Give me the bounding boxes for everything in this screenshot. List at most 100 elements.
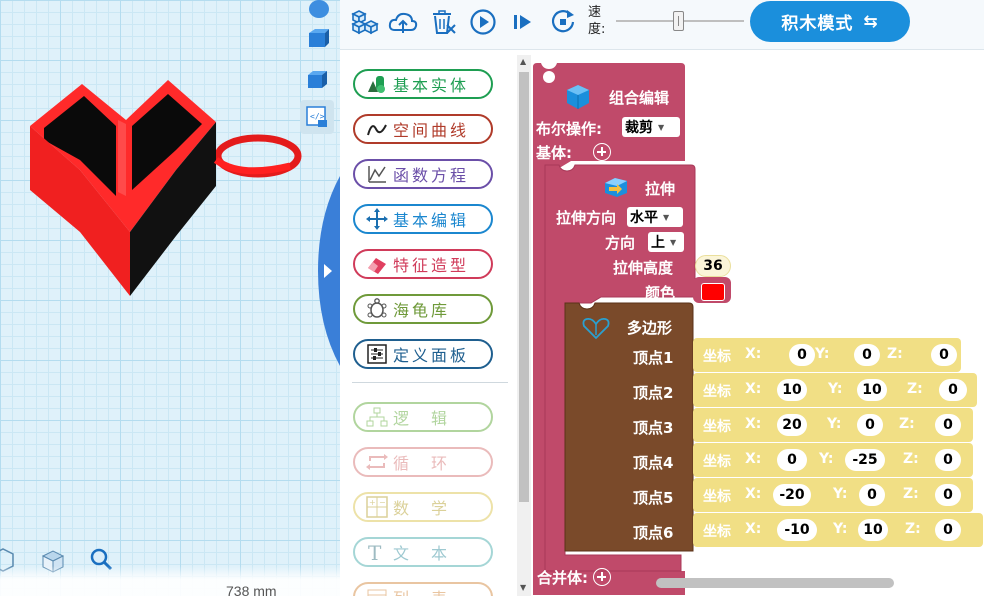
coordinate-label: 坐标 — [703, 454, 731, 470]
3d-viewport[interactable]: </> 738 mm — [0, 0, 340, 596]
workspace-horizontal-scrollbar[interactable] — [656, 578, 894, 588]
swap-arrows-icon: ⇆ — [863, 11, 879, 32]
vertex-label: 顶点5 — [633, 489, 674, 507]
category-label: 空间曲线 — [393, 121, 470, 140]
clear-trash-button[interactable] — [428, 7, 458, 37]
axis-y-label: Y: — [819, 451, 834, 467]
coordinate-block[interactable]: 坐标 X: -20 Y: 0 Z: 0 — [693, 478, 973, 512]
category-basic-solids[interactable]: 基本实体 — [353, 69, 493, 99]
bool-op-dropdown[interactable]: 裁剪 ▼ — [622, 117, 680, 137]
vertex-y-input[interactable]: 10 — [858, 519, 888, 541]
vertex-x-input[interactable]: 0 — [789, 344, 815, 366]
category-label: 海龟库 — [393, 301, 451, 320]
block-mode-toggle-button[interactable]: 积木模式 ⇆ — [750, 1, 910, 42]
vertex-y-input[interactable]: 0 — [859, 484, 885, 506]
extrude-height-input[interactable]: 36 — [695, 255, 731, 277]
category-loop[interactable]: 循 环 — [353, 447, 493, 477]
vertex-x-input[interactable]: -20 — [773, 484, 811, 506]
measure-fade — [0, 566, 340, 596]
solids-icon — [365, 73, 389, 95]
scrollbar-thumb[interactable] — [519, 72, 529, 502]
step-button[interactable] — [508, 7, 538, 37]
vertex-y-input[interactable]: 10 — [857, 379, 887, 401]
run-button[interactable] — [468, 7, 498, 37]
vertex-label: 顶点2 — [633, 384, 674, 402]
add-base-icon[interactable] — [593, 143, 611, 161]
collapse-panel-icon[interactable] — [318, 176, 340, 366]
category-list[interactable]: 列 表 — [353, 582, 493, 596]
axis-z-label: Z: — [887, 346, 903, 362]
vertex-x-input[interactable]: -10 — [777, 519, 817, 541]
coordinate-block[interactable]: 坐标 X: 0 Y: -25 Z: 0 — [693, 443, 973, 477]
direction-dropdown[interactable]: 上 ▼ — [648, 232, 684, 252]
union-label: 合并体: — [537, 569, 588, 587]
scroll-up-icon[interactable]: ▲ — [520, 57, 526, 66]
color-swatch[interactable] — [701, 283, 725, 301]
curve-icon — [365, 118, 389, 140]
vertex-z-input[interactable]: 0 — [935, 414, 961, 436]
chevron-down-icon: ▼ — [670, 237, 677, 247]
coordinate-block[interactable]: 坐标 X: 10 Y: 10 Z: 0 — [693, 373, 977, 407]
vertex-z-input[interactable]: 0 — [935, 519, 961, 541]
step-forward-icon — [514, 15, 531, 29]
app-window: </> 738 mm 速度: 积木模式 ⇆ 基本实体 空间曲线 函数方程 基本编… — [0, 0, 984, 596]
code-view-icon[interactable]: </> — [300, 100, 334, 134]
blocks-cubes-button[interactable] — [350, 7, 380, 37]
vertex-y-input[interactable]: 0 — [857, 414, 883, 436]
category-label: 定义面板 — [393, 346, 470, 365]
vertex-x-input[interactable]: 0 — [777, 449, 807, 471]
vertex-z-input[interactable]: 0 — [935, 484, 961, 506]
toolbar: 速度: 积木模式 ⇆ — [340, 0, 984, 50]
category-label: 函数方程 — [393, 166, 470, 185]
category-scrollbar[interactable]: ▲ ▼ — [517, 55, 531, 596]
category-logic[interactable]: 逻 辑 — [353, 402, 493, 432]
category-space-curves[interactable]: 空间曲线 — [353, 114, 493, 144]
add-union-icon[interactable] — [593, 568, 611, 586]
category-feature-modeling[interactable]: 特征造型 — [353, 249, 493, 279]
heart-model[interactable] — [0, 0, 340, 596]
vertex-z-input[interactable]: 0 — [935, 449, 961, 471]
axis-x-label: X: — [745, 521, 762, 537]
category-function-equations[interactable]: 函数方程 — [353, 159, 493, 189]
group-edit-title: 组合编辑 — [609, 89, 670, 107]
vertex-y-input[interactable]: -25 — [845, 449, 885, 471]
reset-button[interactable] — [548, 7, 578, 37]
category-separator — [352, 382, 508, 383]
bool-op-label: 布尔操作: — [536, 120, 602, 138]
color-label: 颜色 — [645, 284, 676, 302]
measure-readout: 738 mm — [226, 583, 277, 596]
speed-slider-thumb[interactable] — [673, 11, 684, 31]
category-label: 数 学 — [393, 499, 451, 518]
category-text[interactable]: T 文 本 — [353, 537, 493, 567]
category-turtle-library[interactable]: 海龟库 — [353, 294, 493, 324]
direction-value: 上 — [651, 235, 665, 251]
category-basic-edit[interactable]: 基本编辑 — [353, 204, 493, 234]
cloud-upload-button[interactable] — [388, 7, 418, 37]
category-math[interactable]: + − 数 学 — [353, 492, 493, 522]
category-define-panel[interactable]: 定义面板 — [353, 339, 493, 369]
scroll-down-icon[interactable]: ▼ — [520, 583, 526, 592]
speed-label: 速度: — [588, 5, 606, 37]
coordinate-block[interactable]: 坐标 X: 20 Y: 0 Z: 0 — [693, 408, 973, 442]
axis-x-label: X: — [745, 416, 762, 432]
vertex-z-input[interactable]: 0 — [939, 379, 967, 401]
cube-edit-icon[interactable] — [300, 62, 334, 96]
coordinate-block[interactable]: 坐标 X: 0 Y: 0 Z: 0 — [693, 338, 961, 372]
vertex-z-input[interactable]: 0 — [931, 344, 957, 366]
svg-text:</>: </> — [310, 112, 325, 121]
vertex-x-input[interactable]: 10 — [777, 379, 807, 401]
block-workspace[interactable]: 组合编辑 布尔操作: 裁剪 ▼ 基体: 拉伸 拉伸方向 水平 ▼ 方向 上 ▼ 拉伸高… — [531, 55, 984, 596]
extrude-direction-label: 拉伸方向 — [556, 209, 617, 227]
list-icon — [365, 586, 389, 596]
vertex-x-input[interactable]: 20 — [777, 414, 807, 436]
coordinate-block[interactable]: 坐标 X: -10 Y: 10 Z: 0 — [693, 513, 983, 547]
extrude-title: 拉伸 — [645, 180, 676, 198]
cube-view-icon[interactable] — [300, 22, 334, 56]
vertex-y-input[interactable]: 0 — [854, 344, 880, 366]
category-label: 基本实体 — [393, 76, 470, 95]
base-label: 基体: — [536, 144, 572, 162]
chevron-down-icon: ▼ — [658, 122, 665, 132]
extrude-direction-dropdown[interactable]: 水平 ▼ — [627, 207, 683, 227]
view-sphere-icon[interactable] — [300, 0, 334, 24]
direction-label: 方向 — [605, 234, 636, 252]
